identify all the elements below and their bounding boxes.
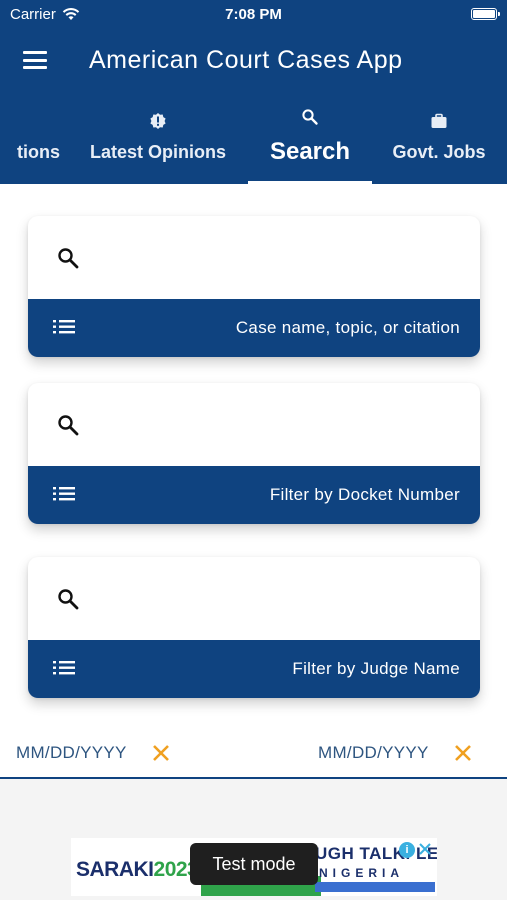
- list-icon: [53, 661, 75, 675]
- wifi-icon: [62, 7, 80, 20]
- search-input-row: [28, 383, 480, 466]
- battery-icon: [471, 8, 500, 20]
- search-input-row: [28, 216, 480, 299]
- app-title: American Court Cases App: [89, 45, 403, 74]
- clear-to-date-icon[interactable]: [452, 742, 474, 764]
- search-card-label: Filter by Docket Number: [269, 485, 460, 504]
- test-mode-label: Test mode: [190, 843, 318, 885]
- carrier-label: Carrier: [10, 5, 56, 23]
- alert-badge-icon: [150, 113, 166, 129]
- clear-from-date-icon[interactable]: [150, 742, 172, 764]
- search-icon: [58, 415, 79, 436]
- tab-latest-opinions[interactable]: Latest Opinions: [80, 92, 236, 184]
- ad-left-main: SARAKI: [76, 858, 154, 881]
- search-card-footer[interactable]: Filter by Judge Name: [28, 640, 480, 698]
- from-date-field[interactable]: MM/DD/YYYY: [16, 743, 127, 763]
- ad-close-icon[interactable]: [417, 841, 433, 857]
- ad-stripe: [315, 882, 435, 892]
- search-card-label: Filter by Judge Name: [292, 659, 460, 678]
- search-card-docket: Filter by Docket Number: [28, 383, 480, 524]
- tab-label: Govt. Jobs: [392, 142, 486, 162]
- menu-icon[interactable]: [23, 51, 47, 69]
- search-card-footer[interactable]: Filter by Docket Number: [28, 466, 480, 524]
- tab-collections[interactable]: tions: [0, 92, 60, 184]
- search-card-footer[interactable]: Case name, topic, or citation: [28, 299, 480, 357]
- ad-right-subtext: NIGERIA: [319, 866, 405, 880]
- search-input-row: [28, 557, 480, 640]
- judge-search-input[interactable]: [98, 577, 464, 621]
- tab-bar: tions Latest Opinions Search Govt. Jobs: [0, 92, 507, 184]
- search-card-case: Case name, topic, or citation: [28, 216, 480, 357]
- ad-info-icon[interactable]: i: [399, 842, 415, 858]
- search-icon: [58, 589, 79, 610]
- tab-label: tions: [17, 142, 60, 162]
- list-icon: [53, 487, 75, 501]
- case-search-input[interactable]: [98, 236, 464, 280]
- search-card-judge: Filter by Judge Name: [28, 557, 480, 698]
- status-bar: Carrier 7:08 PM: [0, 0, 507, 28]
- to-date-field[interactable]: MM/DD/YYYY: [318, 743, 429, 763]
- app-bar: American Court Cases App: [0, 28, 507, 92]
- tab-govt-jobs[interactable]: Govt. Jobs: [380, 92, 498, 184]
- list-icon: [53, 320, 75, 334]
- tab-label: Latest Opinions: [89, 142, 226, 162]
- status-left: Carrier: [10, 6, 80, 23]
- date-filter-row: MM/DD/YYYY MM/DD/YYYY: [0, 738, 507, 778]
- tab-search[interactable]: Search: [248, 92, 372, 184]
- docket-search-input[interactable]: [98, 403, 464, 447]
- search-icon: [302, 109, 318, 125]
- ad-left-text: SARAKI2023: [76, 858, 199, 882]
- briefcase-icon: [431, 113, 447, 128]
- tab-label: Search: [269, 138, 351, 165]
- search-icon: [58, 248, 79, 269]
- search-card-label: Case name, topic, or citation: [235, 318, 460, 337]
